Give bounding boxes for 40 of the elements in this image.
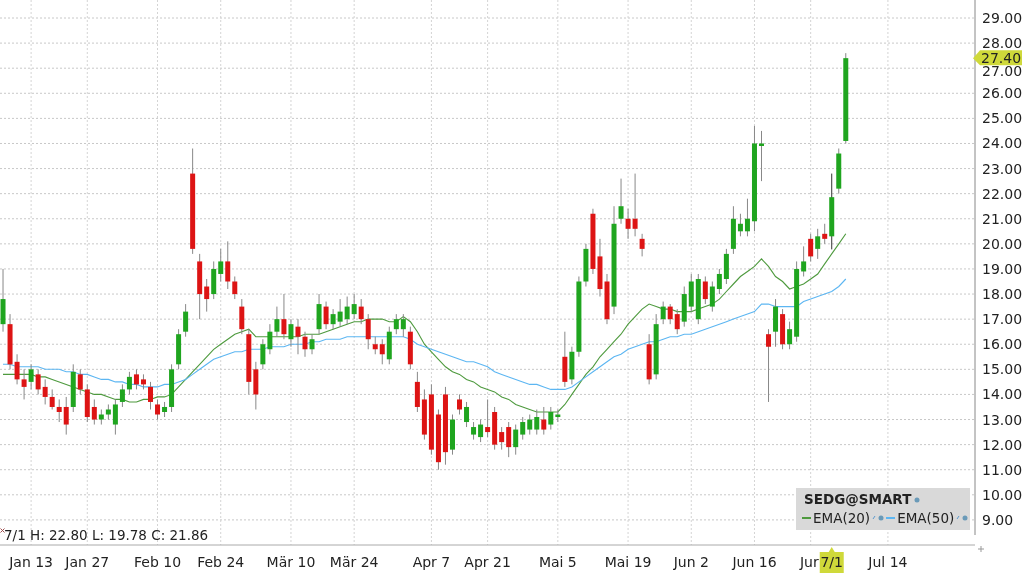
y-axis-label: 26.00 (982, 85, 1023, 102)
x-axis-label: Jur (799, 554, 819, 570)
y-axis-label: 17.00 (982, 311, 1023, 328)
x-axis-label: Jan 13 (9, 554, 54, 570)
y-axis-label: 28.00 (982, 35, 1023, 52)
x-axis-label: Mai 5 (538, 554, 577, 570)
y-axis-label: 21.00 (982, 210, 1023, 227)
y-axis-label: 20.00 (982, 235, 1023, 252)
y-axis-label: 11.00 (982, 461, 1023, 478)
x-axis-label: Jun 2 (673, 554, 709, 570)
x-axis-label: Jul 14 (868, 554, 908, 570)
x-axis-label: Mär 24 (329, 554, 379, 570)
y-axis-label: 22.00 (982, 185, 1023, 202)
x-axis-label: Feb 24 (197, 554, 245, 570)
x-axis-label: Apr 7 (412, 554, 451, 570)
y-axis-label: 25.00 (982, 110, 1023, 127)
y-axis-label: 29.00 (982, 10, 1023, 26)
legend-label: EMA(20) (813, 510, 871, 526)
symbol-label: SEDG@SMART (804, 491, 921, 507)
x-axis-label: Feb 10 (134, 554, 182, 570)
y-axis-label: 24.00 (982, 135, 1023, 152)
y-axis-label: 13.00 (982, 411, 1023, 428)
legend-label: EMA(50) (897, 510, 955, 526)
x-axis-label: Mai 19 (604, 554, 652, 570)
y-axis-label: 23.00 (982, 160, 1023, 177)
y-axis-label: 15.00 (982, 361, 1023, 378)
price-label: 27.40 (973, 50, 1022, 67)
x-axis-label: Jun 16 (732, 554, 777, 570)
x-axis-label: Jan 27 (65, 554, 110, 570)
y-axis-label: 10.00 (982, 486, 1023, 503)
y-axis-label: 14.00 (982, 386, 1023, 403)
x-axis-label: Mär 10 (266, 554, 316, 570)
y-axis-label: 16.00 (982, 336, 1023, 353)
date-label: 7/1 (819, 547, 844, 573)
y-axis-label: 9.00 (982, 511, 1014, 528)
price-info-text: 7/1 H: 22.80 L: 19.78 C: 21.86 (4, 527, 209, 543)
y-axis-label: 18.00 (982, 286, 1023, 303)
y-axis-label: 19.00 (982, 260, 1023, 277)
y-axis-label: 12.00 (982, 436, 1023, 453)
x-axis-label: Apr 21 (464, 554, 511, 570)
